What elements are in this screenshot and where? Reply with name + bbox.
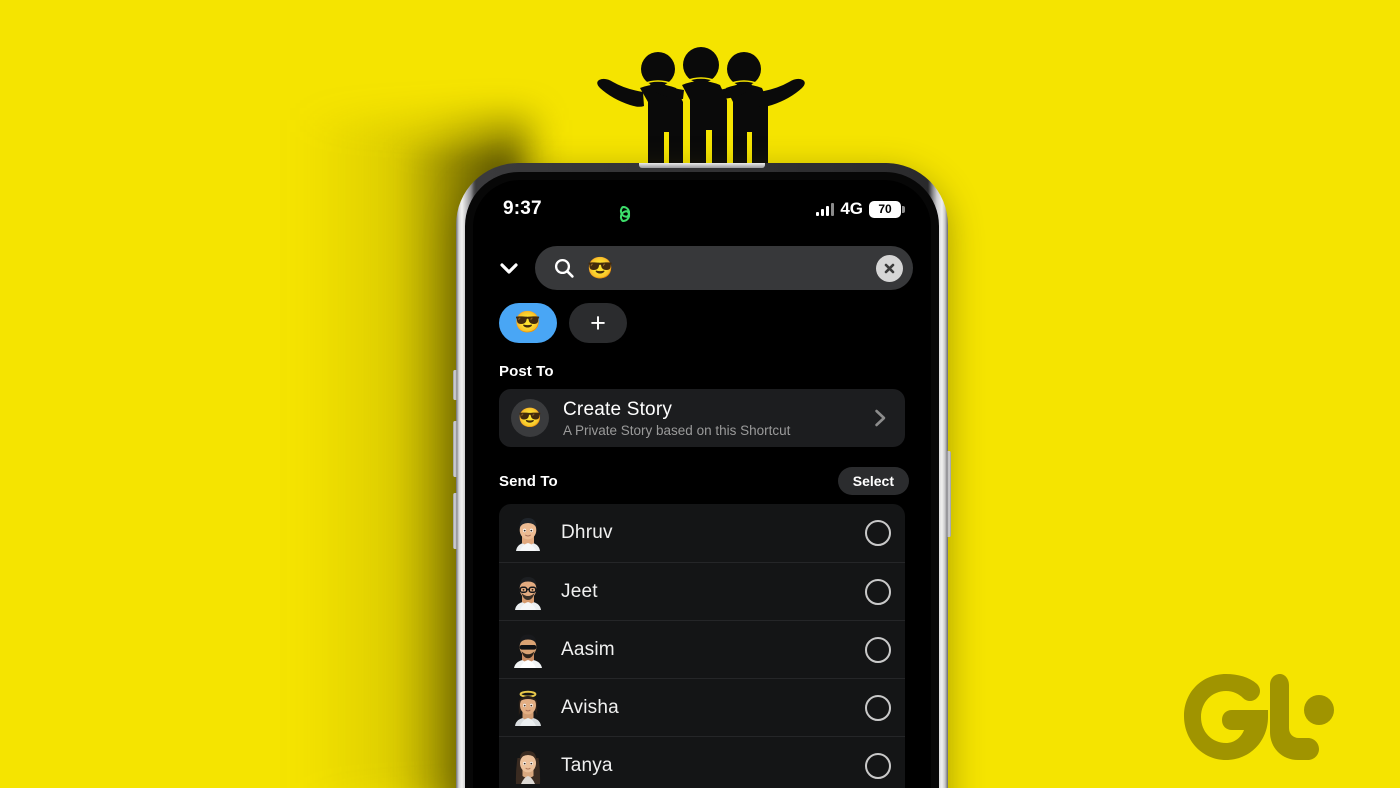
post-to-label: Post To [499, 363, 554, 380]
status-bar: 9:37 4G 70 [473, 180, 931, 238]
battery-icon: 70 [869, 200, 905, 218]
friend-select-radio[interactable] [865, 752, 891, 779]
chevron-down-icon[interactable] [495, 254, 523, 282]
power-button[interactable] [947, 451, 951, 537]
friends-list: Dhruv Jeet Aasim Avisha Tanya [499, 504, 905, 788]
create-story-row[interactable]: 😎 Create Story A Private Story based on … [499, 389, 905, 447]
cellular-signal-icon [816, 202, 835, 216]
close-circle-icon[interactable] [876, 254, 903, 282]
friend-name: Avisha [561, 696, 619, 718]
status-time: 9:37 [503, 198, 542, 219]
bitmoji-tanya [515, 750, 541, 784]
network-type-label: 4G [840, 199, 863, 218]
bitmoji-jeet [515, 576, 541, 610]
close-icon [884, 263, 895, 273]
send-to-label: Send To [499, 472, 558, 490]
search-query-text: 😎 [587, 256, 614, 280]
chevron-right-icon [875, 409, 886, 427]
volume-up-button[interactable] [453, 421, 457, 477]
friend-select-radio[interactable] [865, 520, 891, 546]
friend-name: Dhruv [561, 522, 613, 543]
create-story-subtitle: A Private Story based on this Shortcut [563, 422, 791, 438]
status-indicators: 4G 70 [816, 199, 905, 219]
create-story-avatar: 😎 [511, 399, 549, 437]
friend-row[interactable]: Tanya [499, 736, 905, 788]
create-story-texts: Create Story A Private Story based on th… [563, 399, 790, 438]
search-icon [554, 258, 574, 278]
add-emoji-button[interactable]: + [569, 303, 627, 343]
select-button[interactable]: Select [837, 467, 909, 495]
antenna-band [639, 163, 765, 168]
guiding-tech-logo [1184, 674, 1334, 760]
friend-row[interactable]: Dhruv [499, 504, 905, 562]
battery-level-label: 70 [878, 202, 892, 216]
screenshot-canvas: 9:37 4G 70 😎 😎 + Post To 😎 Create Story … [0, 0, 1400, 788]
post-to-header: Post To [473, 363, 931, 380]
create-story-title: Create Story [563, 398, 673, 420]
bitmoji-avisha [515, 690, 541, 726]
snapchat-shortcut-screen: 😎 😎 + Post To 😎 Create Story A Private S… [473, 238, 931, 788]
friend-row[interactable]: Jeet [499, 562, 905, 620]
volume-down-button[interactable] [453, 493, 457, 549]
bitmoji-dhruv [516, 518, 540, 551]
search-input[interactable]: 😎 [535, 246, 913, 290]
emoji-chip[interactable]: 😎 [499, 303, 557, 343]
dynamic-island[interactable] [598, 196, 806, 232]
green-link-icon [619, 206, 631, 222]
friend-name: Aasim [561, 638, 615, 660]
iphone-device-frame: 9:37 4G 70 😎 😎 + Post To 😎 Create Story … [453, 163, 951, 788]
friend-row[interactable]: Avisha [499, 678, 905, 736]
phone-screen: 9:37 4G 70 😎 😎 + Post To 😎 Create Story … [473, 180, 931, 788]
search-row: 😎 [473, 238, 931, 290]
friend-row[interactable]: Aasim [499, 620, 905, 678]
silent-switch[interactable] [453, 370, 457, 400]
friend-name: Tanya [561, 754, 613, 776]
friend-name: Jeet [561, 580, 598, 602]
three-friends-silhouette-icon [597, 47, 805, 164]
bitmoji-aasim [514, 634, 542, 668]
emoji-chips-row: 😎 + [473, 290, 931, 343]
send-to-header: Send To Select [473, 467, 931, 495]
friend-select-radio[interactable] [865, 636, 891, 663]
friend-select-radio[interactable] [865, 578, 891, 605]
friend-select-radio[interactable] [865, 694, 891, 721]
